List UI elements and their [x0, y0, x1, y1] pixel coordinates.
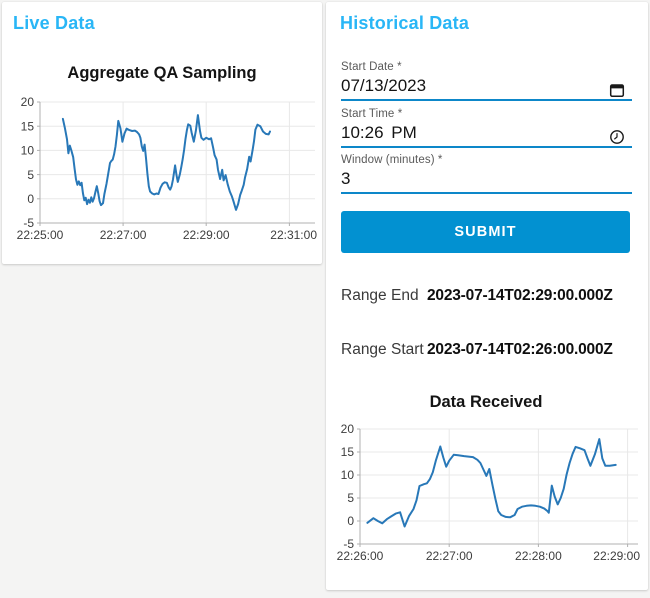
- submit-button[interactable]: SUBMIT: [341, 211, 630, 253]
- svg-text:22:28:00: 22:28:00: [515, 549, 562, 563]
- start-time-value[interactable]: 10:26 PM: [341, 122, 632, 144]
- start-time-field[interactable]: Start Time * 10:26 PM: [341, 108, 632, 148]
- svg-text:15: 15: [341, 445, 355, 459]
- svg-text:22:31:00: 22:31:00: [270, 228, 317, 242]
- calendar-icon[interactable]: [609, 82, 625, 98]
- window-minutes-underline: [341, 192, 632, 194]
- window-minutes-value[interactable]: 3: [341, 168, 632, 190]
- historical-data-title: Historical Data: [340, 13, 470, 33]
- svg-text:10: 10: [21, 144, 35, 158]
- range-end-label: Range End: [341, 287, 419, 304]
- start-date-value[interactable]: 07/13/2023: [341, 75, 632, 97]
- range-end-value: 2023-07-14T02:29:00.000Z: [427, 287, 613, 304]
- start-date-underline: [341, 99, 632, 101]
- data-received-chart-title: Data Received: [429, 393, 543, 411]
- svg-text:5: 5: [347, 491, 354, 505]
- start-date-label: Start Date *: [341, 61, 402, 73]
- live-data-panel: Live Data Aggregate QA Sampling 20 15 10 5 0…: [2, 2, 322, 264]
- svg-text:10: 10: [341, 468, 355, 482]
- svg-text:15: 15: [21, 119, 35, 133]
- svg-text:22:27:00: 22:27:00: [426, 549, 473, 563]
- window-minutes-field[interactable]: Window (minutes) * 3: [341, 154, 632, 194]
- range-end-row: Range End 2023-07-14T02:29:00.000Z: [326, 286, 648, 306]
- start-time-label: Start Time *: [341, 108, 403, 120]
- svg-text:0: 0: [27, 192, 34, 206]
- svg-text:22:27:00: 22:27:00: [100, 228, 147, 242]
- range-start-value: 2023-07-14T02:26:00.000Z: [427, 341, 613, 358]
- svg-text:20: 20: [21, 95, 35, 109]
- clock-icon[interactable]: [609, 129, 625, 145]
- historical-data-panel: Historical Data Start Date * 07/13/2023 …: [326, 2, 648, 590]
- range-start-label: Range Start: [341, 341, 424, 358]
- start-time-underline: [341, 146, 632, 148]
- aggregate-qa-sampling-chart: 20151050-522:25:00 22:27:00 22:29:00 22:31:…: [17, 95, 318, 242]
- start-date-field[interactable]: Start Date * 07/13/2023: [341, 61, 632, 101]
- svg-text:5: 5: [27, 168, 34, 182]
- svg-text:22:25:00: 22:25:00: [17, 228, 64, 242]
- data-received-chart: 20151050-522:26:00 22:27:00 22:28:00 22:29:…: [337, 422, 641, 563]
- svg-text:22:26:00: 22:26:00: [337, 549, 384, 563]
- range-start-row: Range Start 2023-07-14T02:26:00.000Z: [326, 340, 648, 360]
- svg-text:22:29:00: 22:29:00: [183, 228, 230, 242]
- window-minutes-label: Window (minutes) *: [341, 154, 443, 166]
- aggregate-chart-title: Aggregate QA Sampling: [67, 64, 257, 82]
- live-data-title: Live Data: [13, 13, 95, 33]
- svg-text:22:29:00: 22:29:00: [593, 549, 640, 563]
- svg-text:20: 20: [341, 422, 355, 436]
- svg-text:0: 0: [347, 514, 354, 528]
